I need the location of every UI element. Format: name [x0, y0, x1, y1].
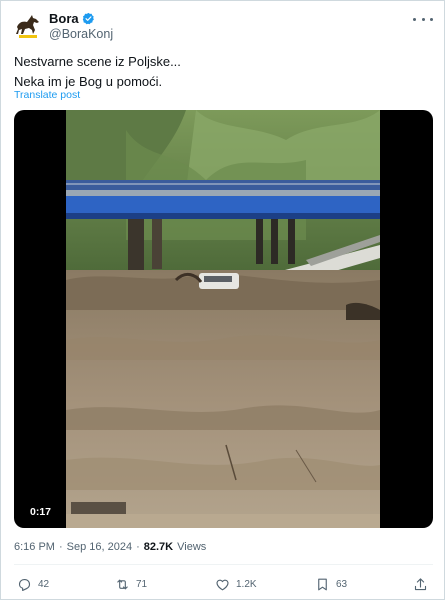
bookmark-icon [318, 578, 327, 590]
repost-icon [117, 579, 128, 589]
reply-icon [18, 578, 31, 591]
tweet-text-line: Nestvarne scene iz Poljske... [14, 54, 181, 69]
reply-count: 42 [38, 578, 50, 590]
more-dot [413, 17, 416, 21]
author-display-name[interactable]: Bora [49, 11, 79, 26]
tweet-header: Bora @BoraKonj [13, 10, 433, 44]
tweet-time[interactable]: 6:16 PM [14, 541, 55, 553]
tweet-date[interactable]: Sep 16, 2024 [67, 541, 132, 553]
share-icon [414, 577, 427, 590]
author-handle[interactable]: @BoraKonj [49, 27, 113, 41]
views-label: Views [177, 541, 207, 553]
tweet-text: Nestvarne scene iz Poljske... Neka im je… [14, 52, 181, 92]
tweet-card: Bora @BoraKonj Nestvarne scene iz Poljsk… [0, 0, 445, 600]
verified-badge-icon[interactable] [82, 12, 95, 25]
share-button[interactable] [413, 575, 428, 593]
divider [14, 564, 433, 565]
more-options-icon[interactable] [413, 12, 433, 26]
more-dot [421, 17, 425, 21]
video-frame-image[interactable] [66, 110, 380, 528]
translate-post-link[interactable]: Translate post [14, 89, 80, 101]
meta-separator: · [58, 541, 63, 553]
meta-separator: · [136, 541, 140, 553]
repost-count: 71 [136, 578, 148, 590]
heart-icon [216, 579, 229, 590]
repost-button[interactable]: 71 [115, 575, 147, 593]
action-bar: 42 71 1.2K 63 [17, 575, 433, 595]
horse-icon[interactable] [13, 10, 43, 40]
display-row: Bora [49, 10, 113, 26]
bookmark-button[interactable]: 63 [315, 575, 347, 593]
more-dot [430, 17, 433, 21]
bookmark-count: 63 [336, 578, 348, 590]
like-button[interactable]: 1.2K [215, 575, 257, 593]
tweet-meta: 6:16 PM · Sep 16, 2024 · 82.7K Views [14, 541, 206, 553]
views-count: 82.7K [143, 541, 174, 553]
video-player[interactable]: 0:17 [14, 110, 433, 528]
video-duration: 0:17 [30, 506, 52, 518]
reply-button[interactable]: 42 [17, 575, 49, 593]
like-count: 1.2K [236, 578, 257, 590]
author-names: Bora @BoraKonj [49, 10, 113, 42]
